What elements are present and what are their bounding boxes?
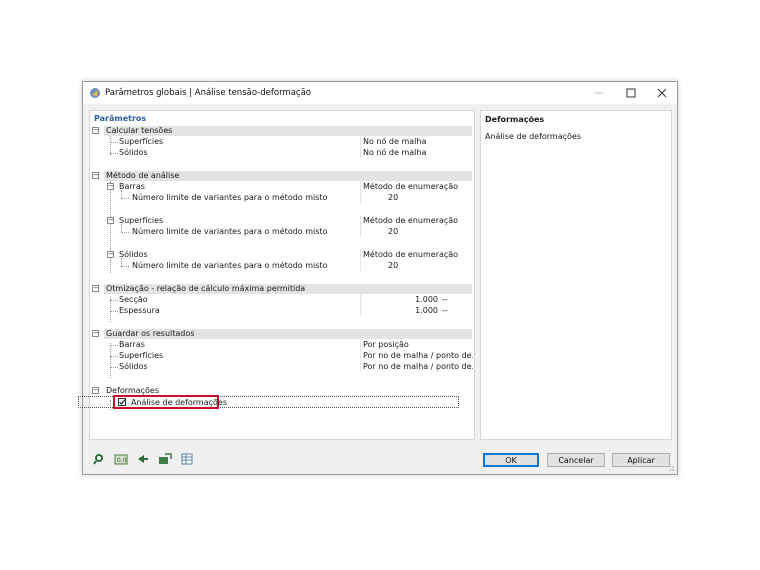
param-unit: -- [442, 306, 448, 315]
svg-text:0.0: 0.0 [117, 457, 127, 464]
check-icon [119, 399, 126, 405]
info-title: Deformações [485, 115, 545, 124]
deformation-analysis-checkbox[interactable] [118, 398, 126, 406]
maximize-button[interactable] [615, 82, 647, 104]
arrow-icon [138, 455, 148, 463]
value-cell: Por posição [360, 339, 472, 350]
value-cell: Por no de malha / ponto de... [360, 350, 473, 361]
value-cell: 1.000 -- [360, 305, 472, 316]
value-cell: No nó de malha [360, 136, 472, 147]
param-value: 20 [388, 261, 399, 270]
minimize-icon [595, 92, 603, 94]
arrow-button[interactable] [135, 452, 151, 466]
param-label: Superfícies [119, 351, 164, 360]
value-cell: 20 [360, 260, 472, 271]
param-label: Barras [119, 340, 145, 349]
units-button[interactable]: 0.0 [113, 452, 129, 466]
value-cell: 20 [360, 192, 472, 203]
close-button[interactable] [646, 82, 678, 104]
value-cell: Método de enumeração [360, 215, 472, 226]
app-logo-icon [90, 88, 100, 98]
cancel-button[interactable]: Cancelar [547, 453, 605, 467]
param-label: Barras [119, 182, 145, 191]
maximize-icon [626, 88, 636, 98]
section-label: Otmização - relação de cálculo máxima pe… [106, 284, 306, 293]
param-row[interactable]: Superfícies Método de enumeração [90, 215, 472, 226]
units-icon: 0.0 [114, 454, 128, 465]
param-value: Por no de malha / ponto de... [363, 351, 473, 360]
section-calc[interactable]: Calcular tensões [90, 125, 472, 136]
param-row[interactable]: Número limite de variantes para o método… [90, 192, 472, 203]
search-icon [93, 454, 103, 465]
param-label: Secção [119, 295, 148, 304]
param-value: No nó de malha [363, 148, 427, 157]
export-button[interactable] [157, 452, 173, 466]
param-label: Espessura [119, 306, 160, 315]
resize-grip-icon[interactable] [667, 464, 675, 472]
param-label: Sólidos [119, 250, 148, 259]
value-cell: No nó de malha [360, 147, 472, 158]
section-label: Método de análise [106, 171, 180, 180]
section-save[interactable]: Guardar os resultados [90, 328, 472, 339]
value-cell: Método de enumeração [360, 181, 472, 192]
value-cell: Método de enumeração [360, 249, 472, 260]
param-row[interactable]: Barras Método de enumeração [90, 181, 472, 192]
param-value: 1.000 [415, 306, 438, 315]
param-label: Análise de deformações [131, 398, 228, 407]
param-value: No nó de malha [363, 137, 427, 146]
section-label: Guardar os resultados [106, 329, 195, 338]
info-panel: Deformações Análise de deformações [480, 110, 672, 440]
info-description: Análise de deformações [485, 132, 582, 141]
title-bar[interactable]: Parâmetros globais | Análise tensão-defo… [83, 82, 677, 104]
param-row[interactable]: Espessura 1.000 -- [90, 305, 472, 316]
param-label: Superfícies [119, 216, 164, 225]
param-label: Sólidos [119, 362, 148, 371]
param-row[interactable]: Superfícies Por no de malha / ponto de..… [90, 350, 473, 361]
param-value: 1.000 [415, 295, 438, 304]
param-row[interactable]: Barras Por posição [90, 339, 472, 350]
window-title: Parâmetros globais | Análise tensão-defo… [105, 88, 311, 98]
param-row[interactable]: Número limite de variantes para o método… [90, 260, 472, 271]
parameters-title: Parâmetros [94, 114, 147, 123]
param-row[interactable]: Secção 1.000 -- [90, 294, 472, 305]
param-unit: -- [442, 295, 448, 304]
ok-button[interactable]: OK [483, 453, 539, 467]
param-row[interactable]: Número limite de variantes para o método… [90, 226, 472, 237]
param-row[interactable]: Sólidos Método de enumeração [90, 249, 472, 260]
value-cell: Por no de malha / ponto de... [360, 361, 473, 372]
export-icon [159, 453, 172, 464]
dialog-window: Parâmetros globais | Análise tensão-defo… [78, 81, 678, 475]
value-cell: 20 [360, 226, 472, 237]
param-label: Sólidos [119, 148, 148, 157]
param-row[interactable]: Superfícies No nó de malha [90, 136, 472, 147]
param-row[interactable]: Sólidos Por no de malha / ponto de... [90, 361, 473, 372]
parameters-panel: Parâmetros − Calcular tensões Superfície… [78, 110, 475, 440]
param-value: 20 [388, 227, 399, 236]
param-value: Por posição [363, 340, 409, 349]
table-icon [181, 453, 193, 465]
param-value: Método de enumeração [363, 182, 459, 191]
deformation-analysis-row[interactable]: Análise de deformações [90, 397, 472, 408]
section-method[interactable]: Método de análise [90, 170, 472, 181]
table-button[interactable] [179, 452, 195, 466]
param-value: Método de enumeração [363, 216, 459, 225]
param-label: Número limite de variantes para o método… [132, 227, 328, 236]
param-label: Número limite de variantes para o método… [132, 193, 328, 202]
param-label: Número limite de variantes para o método… [132, 261, 328, 270]
minimize-button[interactable] [583, 82, 615, 104]
param-value: Por no de malha / ponto de... [363, 362, 473, 371]
search-button[interactable] [91, 452, 107, 466]
value-cell: 1.000 -- [360, 294, 472, 305]
param-row[interactable]: Sólidos No nó de malha [90, 147, 472, 158]
section-label: Calcular tensões [106, 126, 173, 135]
close-icon [657, 88, 667, 98]
param-value: 20 [388, 193, 399, 202]
bottom-toolbar: 0.0 [91, 452, 195, 468]
apply-button[interactable]: Aplicar [612, 453, 670, 467]
param-value: Método de enumeração [363, 250, 459, 259]
section-optim[interactable]: Otmização - relação de cálculo máxima pe… [90, 283, 472, 294]
param-label: Superfícies [119, 137, 164, 146]
